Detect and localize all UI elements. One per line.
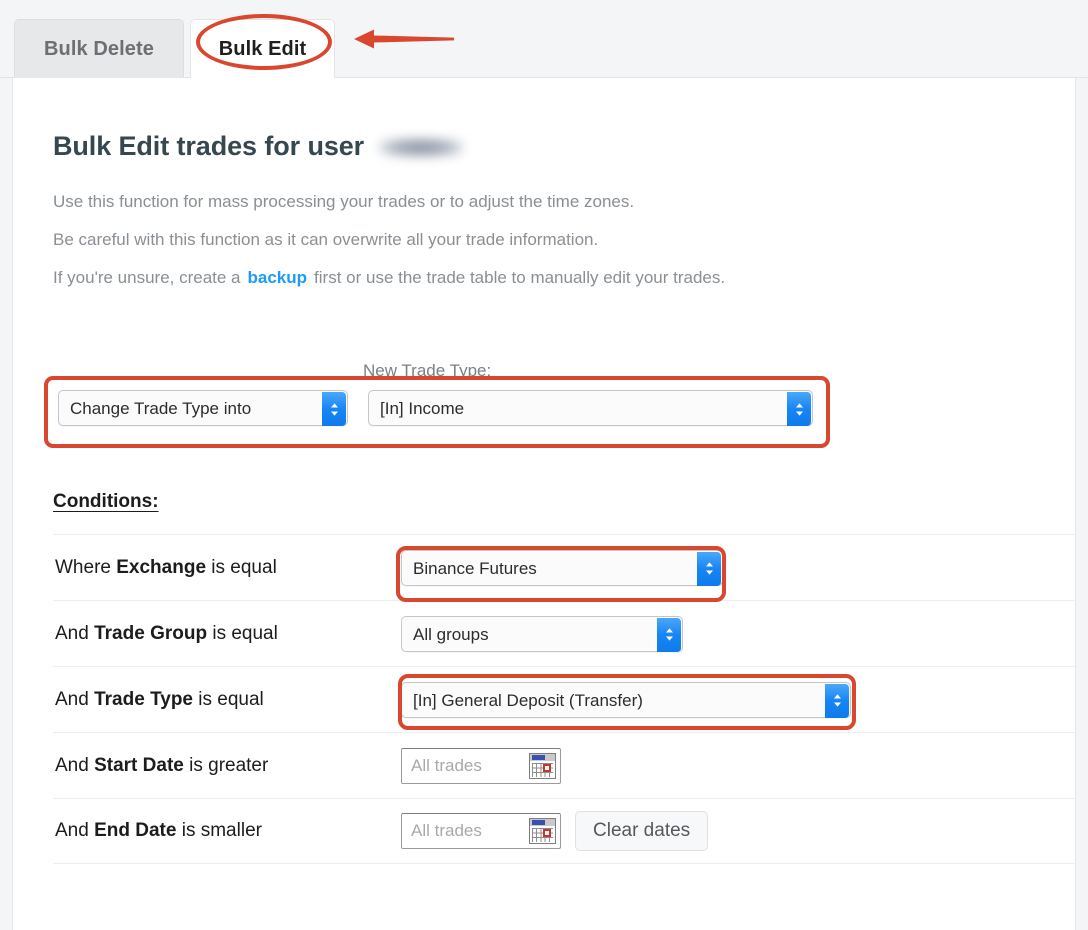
condition-operator: is equal: [198, 689, 264, 710]
conditions-rows: Where Exchange is equal Binance Futures …: [53, 534, 1077, 864]
chevron-down-icon: [665, 636, 674, 641]
calendar-icon-title: [532, 755, 545, 760]
end-date-input[interactable]: All trades: [401, 813, 561, 849]
condition-label-trade-group: And Trade Group is equal: [53, 623, 401, 645]
condition-field: Start Date: [94, 755, 184, 776]
condition-prefix: And: [55, 755, 89, 776]
bulk-action-select-stepper[interactable]: [322, 392, 346, 426]
description-line-3-after: first or use the trade table to manually…: [314, 268, 725, 287]
condition-field: Exchange: [116, 557, 206, 578]
chevron-up-icon: [665, 628, 674, 633]
condition-prefix: Where: [55, 557, 111, 578]
trade-group-select-stepper[interactable]: [657, 618, 681, 652]
condition-operator: is equal: [211, 557, 277, 578]
calendar-icon-selected-day: [543, 764, 551, 772]
trade-type-select-stepper[interactable]: [825, 684, 849, 718]
condition-label-exchange: Where Exchange is equal: [53, 557, 401, 579]
conditions-heading: Conditions:: [53, 491, 159, 513]
condition-field: Trade Group: [94, 623, 207, 644]
redacted-username: [378, 137, 464, 158]
calendar-icon-title: [532, 820, 545, 825]
condition-row-end-date: And End Date is smaller All trades Clear…: [53, 798, 1077, 864]
tab-bulk-delete-label: Bulk Delete: [44, 38, 154, 61]
chevron-down-icon: [705, 570, 714, 575]
clear-dates-button[interactable]: Clear dates: [575, 811, 708, 851]
new-trade-type-select[interactable]: [In] Income: [368, 390, 813, 426]
condition-row-start-date: And Start Date is greater All trades: [53, 732, 1077, 798]
bulk-action-select[interactable]: Change Trade Type into: [58, 390, 348, 426]
condition-label-end-date: And End Date is smaller: [53, 820, 401, 842]
condition-field: End Date: [94, 820, 176, 841]
condition-label-trade-type: And Trade Type is equal: [53, 689, 401, 711]
trade-group-select-value: All groups: [413, 617, 489, 653]
page-title-text: Bulk Edit trades for user: [53, 131, 364, 161]
chevron-up-icon: [833, 694, 842, 699]
condition-field: Trade Type: [94, 689, 193, 710]
chevron-up-icon: [330, 403, 339, 408]
chevron-down-icon: [330, 411, 339, 416]
start-date-input[interactable]: All trades: [401, 748, 561, 784]
page-title: Bulk Edit trades for user: [53, 131, 464, 162]
description-line-3-before: If you're unsure, create a: [53, 268, 241, 287]
condition-row-trade-type: And Trade Type is equal [In] General Dep…: [53, 666, 1077, 732]
active-tab-joiner: [191, 76, 334, 80]
condition-prefix: And: [55, 820, 89, 841]
content-panel: Bulk Edit trades for user Use this funct…: [12, 78, 1076, 930]
tab-strip: Bulk Delete Bulk Edit: [0, 0, 1088, 78]
description-line-3: If you're unsure, create a backup first or…: [53, 268, 725, 288]
calendar-icon[interactable]: [529, 818, 556, 844]
exchange-select[interactable]: Binance Futures: [401, 550, 723, 586]
chevron-down-icon: [833, 702, 842, 707]
condition-prefix: And: [55, 623, 89, 644]
new-trade-type-select-value: [In] Income: [380, 391, 464, 427]
new-trade-type-select-stepper[interactable]: [787, 392, 811, 426]
bulk-action-select-value: Change Trade Type into: [70, 391, 251, 427]
calendar-icon[interactable]: [529, 753, 556, 779]
chevron-up-icon: [795, 403, 804, 408]
bulk-edit-page: Bulk Delete Bulk Edit Bulk Edit trades f…: [0, 0, 1088, 930]
exchange-select-value: Binance Futures: [413, 551, 537, 587]
start-date-placeholder: All trades: [411, 749, 482, 783]
trade-type-select[interactable]: [In] General Deposit (Transfer): [401, 682, 851, 718]
tab-bulk-edit[interactable]: Bulk Edit: [190, 19, 335, 78]
backup-link[interactable]: backup: [248, 268, 308, 287]
trade-group-select[interactable]: All groups: [401, 616, 683, 652]
condition-operator: is greater: [189, 755, 268, 776]
condition-operator: is smaller: [182, 820, 262, 841]
trade-type-select-value: [In] General Deposit (Transfer): [413, 683, 643, 719]
condition-row-trade-group: And Trade Group is equal All groups: [53, 600, 1077, 666]
new-trade-type-label: New Trade Type:: [363, 361, 491, 381]
condition-row-exchange: Where Exchange is equal Binance Futures: [53, 534, 1077, 600]
end-date-placeholder: All trades: [411, 814, 482, 848]
chevron-up-icon: [705, 562, 714, 567]
chevron-down-icon: [795, 411, 804, 416]
description-line-2: Be careful with this function as it can …: [53, 230, 598, 250]
tab-bulk-edit-label: Bulk Edit: [219, 38, 307, 61]
condition-label-start-date: And Start Date is greater: [53, 755, 401, 777]
tab-bulk-delete[interactable]: Bulk Delete: [14, 19, 184, 78]
calendar-icon-selected-day: [543, 829, 551, 837]
condition-operator: is equal: [212, 623, 278, 644]
description-line-1: Use this function for mass processing yo…: [53, 192, 634, 212]
condition-prefix: And: [55, 689, 89, 710]
exchange-select-stepper[interactable]: [697, 552, 721, 586]
